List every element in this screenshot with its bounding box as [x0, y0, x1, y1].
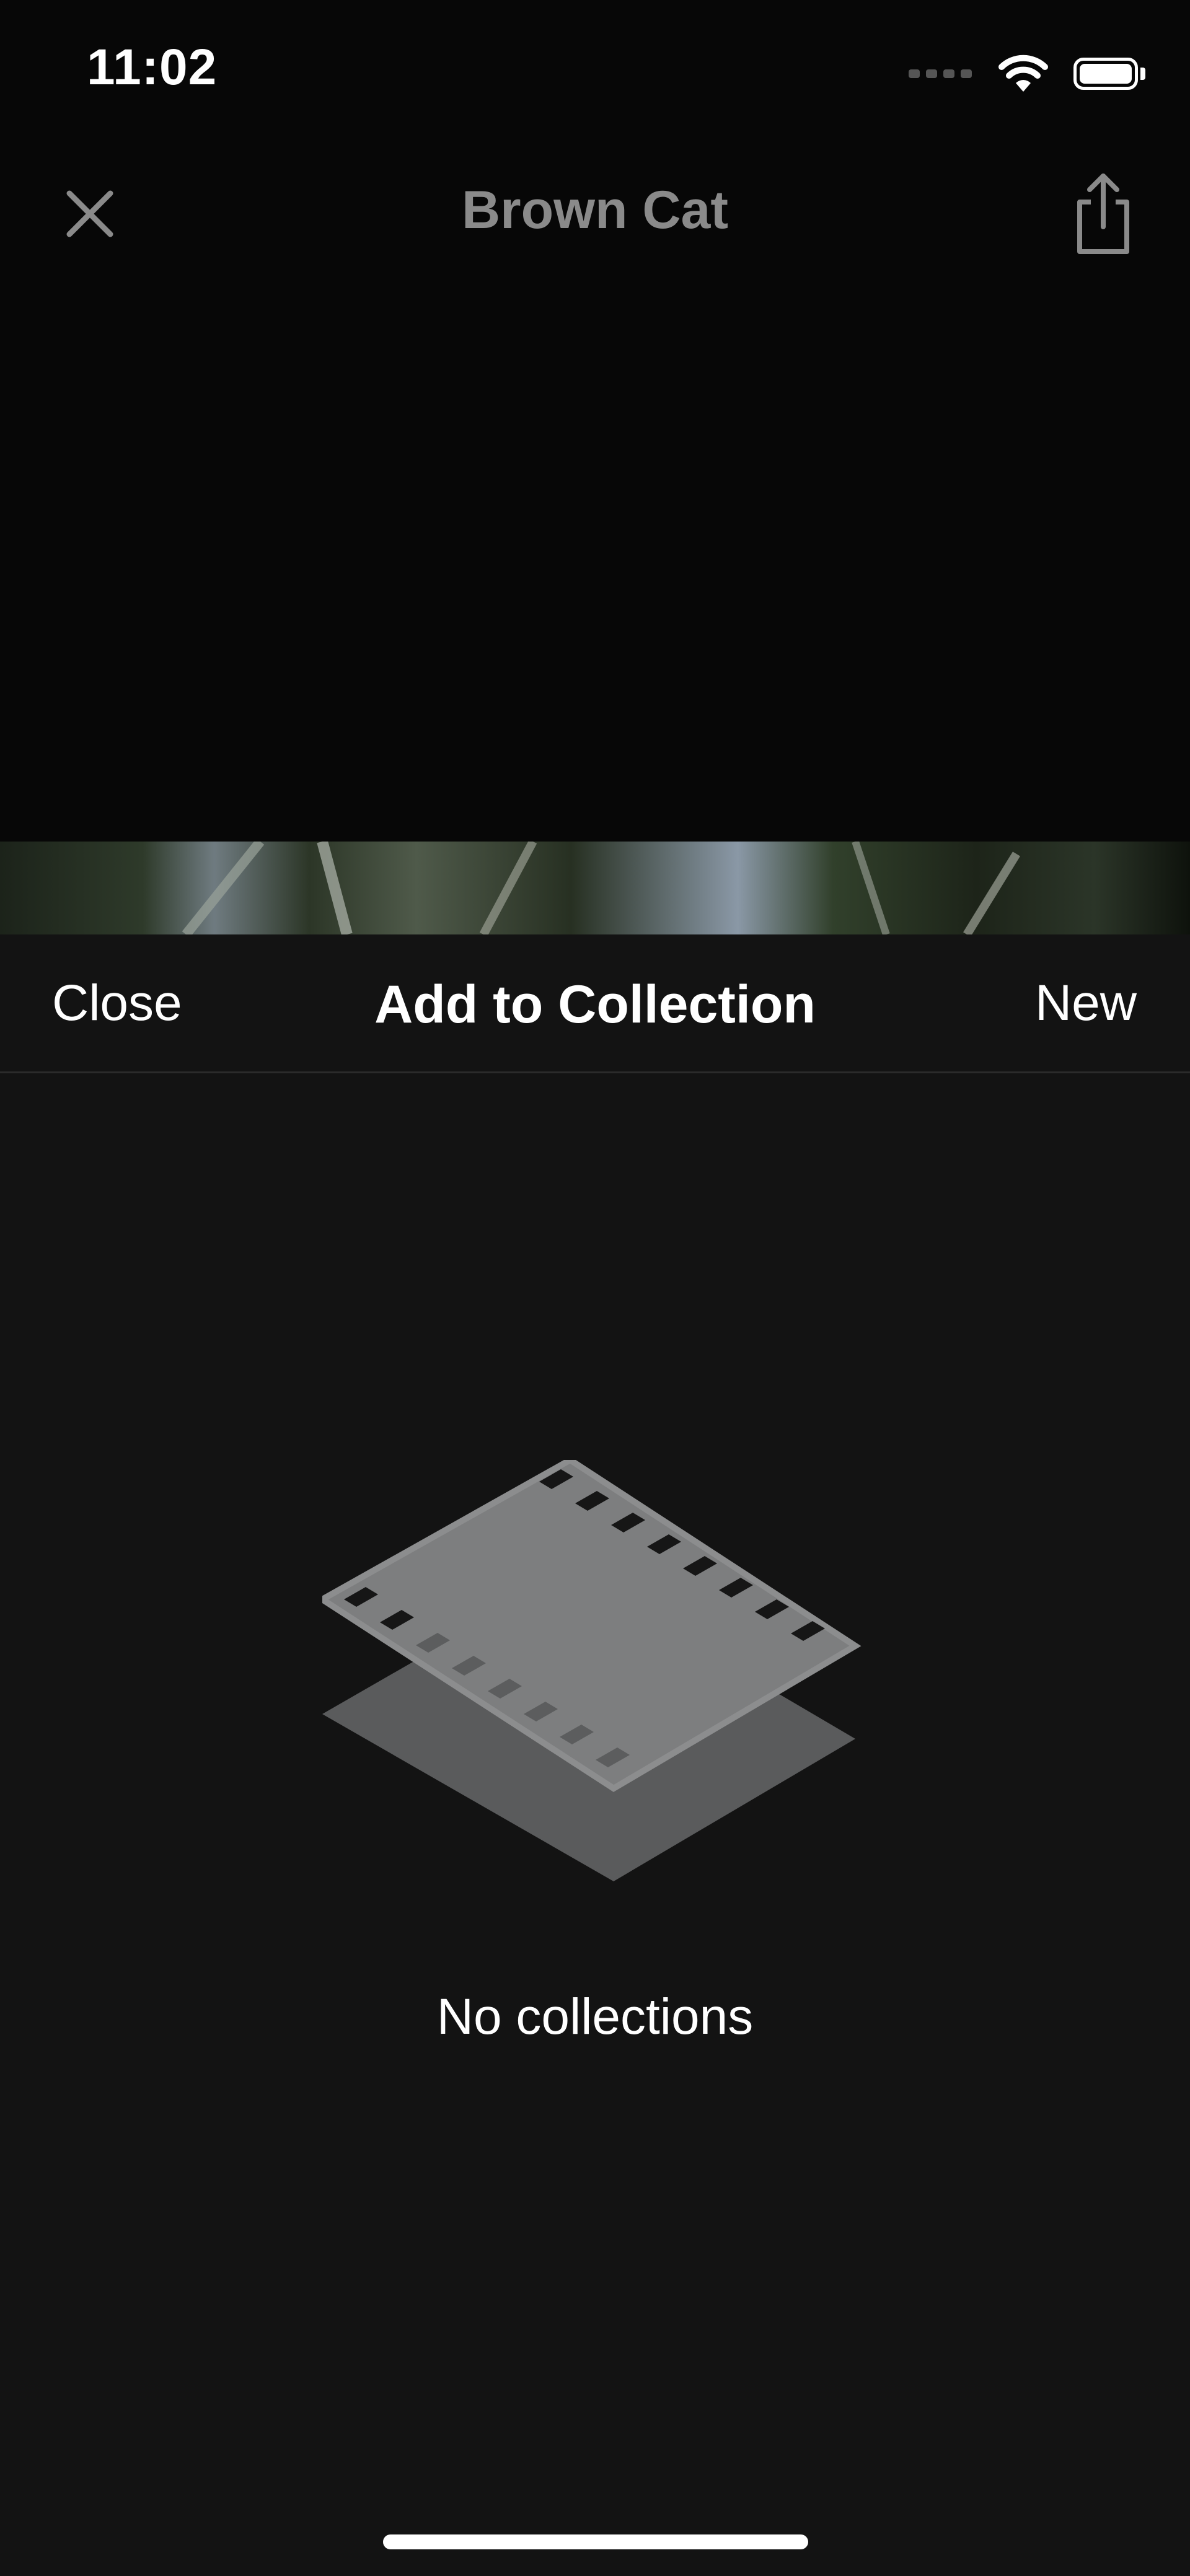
status-bar: 11:02 [0, 0, 1190, 143]
photo-title: Brown Cat [462, 180, 728, 240]
cellular-signal-icon [909, 69, 972, 78]
sheet-title: Add to Collection [374, 975, 816, 1034]
new-collection-button[interactable]: New [1035, 974, 1137, 1032]
status-icons [909, 52, 1145, 95]
sheet-header: Close Add to Collection New [0, 934, 1190, 1073]
wifi-icon [998, 55, 1048, 92]
photo-preview [0, 842, 1190, 934]
share-icon[interactable] [1066, 167, 1140, 260]
empty-state-message: No collections [436, 1989, 754, 2045]
screen: 11:02 Brown Cat Close Add to Collection … [0, 0, 1190, 2576]
add-to-collection-sheet: Close Add to Collection New No collectio… [0, 934, 1190, 2576]
home-indicator[interactable] [383, 2534, 808, 2549]
status-time: 11:02 [87, 39, 218, 95]
battery-icon [1073, 58, 1145, 90]
top-nav: Brown Cat [0, 143, 1190, 279]
film-strip-stack-icon [322, 1460, 862, 1881]
